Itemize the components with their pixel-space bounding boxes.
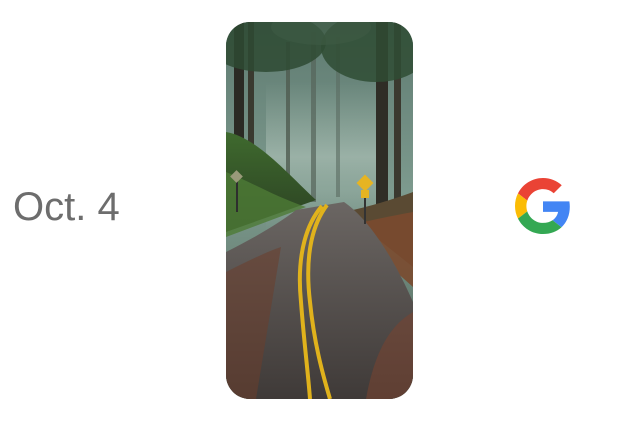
forest-road-photo — [226, 22, 413, 399]
teaser-page: Oct. 4 — [0, 0, 630, 436]
phone-silhouette — [226, 22, 413, 399]
google-g-logo-icon — [515, 178, 570, 234]
event-date: Oct. 4 — [13, 185, 120, 229]
